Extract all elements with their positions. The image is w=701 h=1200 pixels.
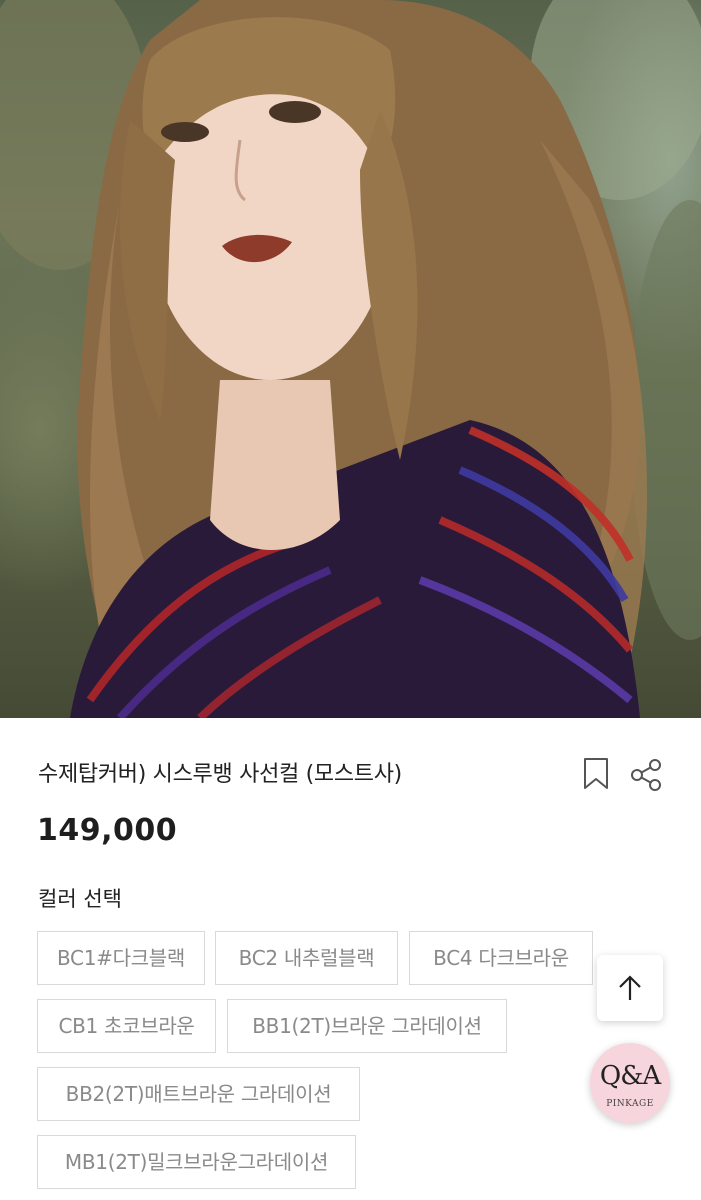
color-option-bb1[interactable]: BB1(2T)브라운 그라데이션 xyxy=(227,999,507,1053)
share-button[interactable] xyxy=(630,758,664,792)
bookmark-icon xyxy=(584,758,608,789)
scroll-top-button[interactable] xyxy=(597,955,663,1021)
product-title: 수제탑커버) 시스루뱅 사선컬 (모스트사) xyxy=(38,762,402,787)
color-option-bc1[interactable]: BC1#다크블랙 xyxy=(37,931,205,985)
bookmark-button[interactable] xyxy=(582,756,610,792)
color-option-cb1[interactable]: CB1 초코브라운 xyxy=(37,999,216,1053)
product-title-row: 수제탑커버) 시스루뱅 사선컬 (모스트사) xyxy=(38,756,668,796)
color-select-label: 컬러 선택 xyxy=(38,887,122,911)
share-icon xyxy=(631,759,661,791)
qa-button[interactable]: Q&A PINKAGE xyxy=(590,1043,670,1123)
arrow-up-icon xyxy=(619,975,641,1000)
qa-title: Q&A xyxy=(599,1061,661,1091)
color-option-bc4[interactable]: BC4 다크브라운 xyxy=(409,931,593,985)
product-image xyxy=(0,0,701,718)
color-option-mb1[interactable]: MB1(2T)밀크브라운그라데이션 xyxy=(37,1135,356,1189)
product-price: 149,000 xyxy=(37,813,178,848)
color-option-bc2[interactable]: BC2 내추럴블랙 xyxy=(215,931,398,985)
qa-brand: PINKAGE xyxy=(606,1099,654,1109)
color-option-bb2[interactable]: BB2(2T)매트브라운 그라데이션 xyxy=(37,1067,360,1121)
